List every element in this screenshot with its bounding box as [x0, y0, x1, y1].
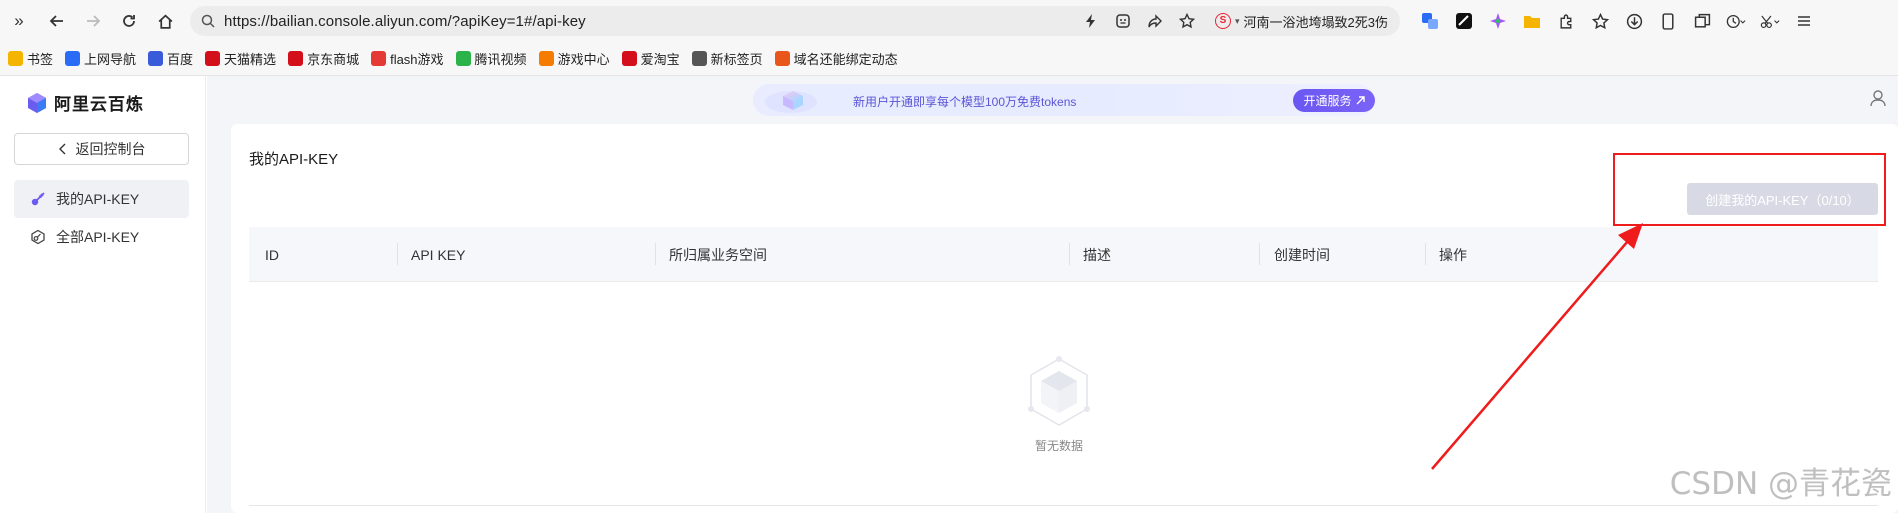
search-icon — [200, 13, 216, 29]
bookmarks-bar: 书签 上网导航 百度 天猫精选 京东商城 flash游戏 腾讯视频 游戏中心 爱淘宝 新标签页 域名… — [0, 42, 1898, 76]
sidebar-item-all-api-key[interactable]: 全部API-KEY — [14, 218, 189, 256]
bookmark-label: 游戏中心 — [557, 52, 610, 67]
tencent-video-icon — [455, 51, 471, 66]
activate-service-button[interactable]: 开通服务 — [1293, 89, 1375, 112]
column-header-id: ID — [265, 246, 279, 263]
download-icon[interactable] — [1624, 11, 1644, 31]
bookmark-label: 腾讯视频 — [474, 52, 527, 67]
column-divider[interactable] — [655, 243, 656, 265]
jd-icon — [288, 51, 304, 66]
brand-name: 阿里云百炼 — [54, 95, 144, 114]
column-header-description: 描述 — [1083, 246, 1111, 263]
promo-text: 新用户开通即享每个模型100万免费tokens — [853, 95, 1077, 109]
user-avatar-icon[interactable] — [1868, 88, 1888, 108]
forward-arrow-icon[interactable] — [78, 6, 108, 36]
phone-icon[interactable] — [1658, 11, 1678, 31]
star-icon — [8, 51, 23, 66]
news-ticker[interactable]: S ▾ 河南一浴池垮塌致2死3伤 — [1215, 12, 1388, 31]
bookmark-label: 百度 — [167, 52, 194, 67]
history-icon[interactable] — [1726, 11, 1746, 31]
url-text: https://bailian.console.aliyun.com/?apiK… — [224, 12, 586, 30]
column-divider[interactable] — [397, 243, 398, 265]
bookmark-label: 天猫精选 — [224, 52, 277, 67]
extension-icons — [1420, 6, 1814, 36]
sidebar-item-label: 全部API-KEY — [56, 229, 140, 245]
page-title: 我的API-KEY — [249, 151, 339, 168]
bookmark-label: 书签 — [27, 52, 54, 67]
bookmark-label: 域名还能绑定动态 — [793, 52, 898, 67]
translate-icon[interactable] — [1420, 11, 1440, 31]
column-header-created-time: 创建时间 — [1274, 246, 1330, 263]
all-keys-icon — [31, 229, 45, 245]
column-divider[interactable] — [1259, 243, 1260, 265]
bookmark-star-icon[interactable] — [1177, 11, 1197, 31]
empty-state-text: 暂无数据 — [1034, 439, 1083, 453]
csdn-watermark: CSDN @青花瓷 — [1669, 466, 1892, 502]
game-icon — [538, 51, 554, 66]
bookmark-label: 京东商城 — [307, 52, 360, 67]
address-bar[interactable]: https://bailian.console.aliyun.com/?apiK… — [190, 6, 1400, 36]
new-tab-icon — [691, 51, 707, 66]
bookmark-item[interactable]: 爱淘宝 — [621, 49, 680, 68]
news-ticker-text: 河南一浴池垮塌致2死3伤 — [1243, 14, 1388, 30]
favorites-star-icon[interactable] — [1590, 11, 1610, 31]
domain-icon — [774, 51, 790, 66]
column-divider[interactable] — [1069, 243, 1070, 265]
menu-icon[interactable] — [1794, 11, 1814, 31]
bookmark-label: 新标签页 — [710, 52, 763, 67]
promo-banner[interactable]: 新用户开通即享每个模型100万免费tokens 开通服务 — [753, 84, 1375, 116]
scissors-icon[interactable] — [1760, 11, 1780, 31]
annotation-arrow-icon — [1431, 223, 1643, 470]
home-icon[interactable] — [150, 6, 180, 36]
back-to-console-button[interactable]: 返回控制台 — [14, 133, 189, 165]
sidebar-toggle-icon[interactable]: » — [4, 6, 34, 36]
bookmark-item[interactable]: 百度 — [148, 49, 193, 68]
lightning-icon[interactable] — [1081, 11, 1101, 31]
address-bar-actions: S ▾ 河南一浴池垮塌致2死3伤 — [1081, 6, 1388, 36]
bookmark-item[interactable]: 腾讯视频 — [455, 49, 527, 68]
bookmark-item[interactable]: 新标签页 — [691, 49, 763, 68]
bookmark-label: 爱淘宝 — [640, 52, 680, 67]
table-bottom-border — [249, 505, 1878, 506]
column-header-workspace: 所归属业务空间 — [669, 246, 767, 263]
activate-service-label: 开通服务 — [1303, 94, 1352, 108]
bookmark-label: flash游戏 — [390, 52, 444, 67]
baidu-icon — [148, 51, 164, 66]
flash-icon — [371, 51, 387, 66]
bookmark-item[interactable]: 游戏中心 — [538, 49, 610, 68]
sidebar-item-label: 我的API-KEY — [56, 191, 140, 207]
chevron-left-icon — [58, 143, 65, 155]
folder-icon[interactable] — [1522, 11, 1542, 31]
reload-icon[interactable] — [114, 6, 144, 36]
bookmark-item[interactable]: 书签 — [8, 49, 53, 68]
puzzle-icon[interactable] — [1556, 11, 1576, 31]
bookmark-item[interactable]: 域名还能绑定动态 — [774, 49, 898, 68]
sidebar-item-my-api-key[interactable]: 我的API-KEY — [14, 180, 189, 218]
gift-box-icon — [765, 91, 817, 113]
arrow-up-right-icon — [1356, 96, 1365, 105]
tmall-icon — [205, 51, 221, 66]
bailian-logo-icon — [28, 92, 46, 113]
taobao-icon — [621, 51, 637, 66]
bookmark-item[interactable]: 上网导航 — [65, 49, 136, 68]
sidebar: 阿里云百炼 返回控制台 我的API-KEY 全部API-KEY — [0, 76, 206, 513]
back-arrow-icon[interactable] — [42, 6, 72, 36]
bookmark-item[interactable]: 京东商城 — [288, 49, 359, 68]
window-copy-icon[interactable] — [1692, 11, 1712, 31]
bookmark-item[interactable]: flash游戏 — [371, 49, 444, 68]
spark-icon[interactable] — [1488, 11, 1508, 31]
sogou-icon: S — [1215, 13, 1231, 29]
share-icon[interactable] — [1145, 11, 1165, 31]
pen-tool-icon[interactable] — [1454, 11, 1474, 31]
bookmark-item[interactable]: 天猫精选 — [205, 49, 276, 68]
column-header-api-key: API KEY — [411, 246, 466, 263]
key-icon — [31, 192, 45, 206]
brand-logo[interactable]: 阿里云百炼 — [26, 90, 144, 115]
nav-icon — [65, 51, 81, 66]
browser-toolbar: » https://bailian.console.aliyun.com/?ap… — [0, 0, 1898, 42]
back-to-console-label: 返回控制台 — [75, 141, 146, 157]
empty-box-icon — [1028, 356, 1090, 426]
bookmark-label: 上网导航 — [84, 52, 137, 67]
reader-icon[interactable] — [1113, 11, 1133, 31]
